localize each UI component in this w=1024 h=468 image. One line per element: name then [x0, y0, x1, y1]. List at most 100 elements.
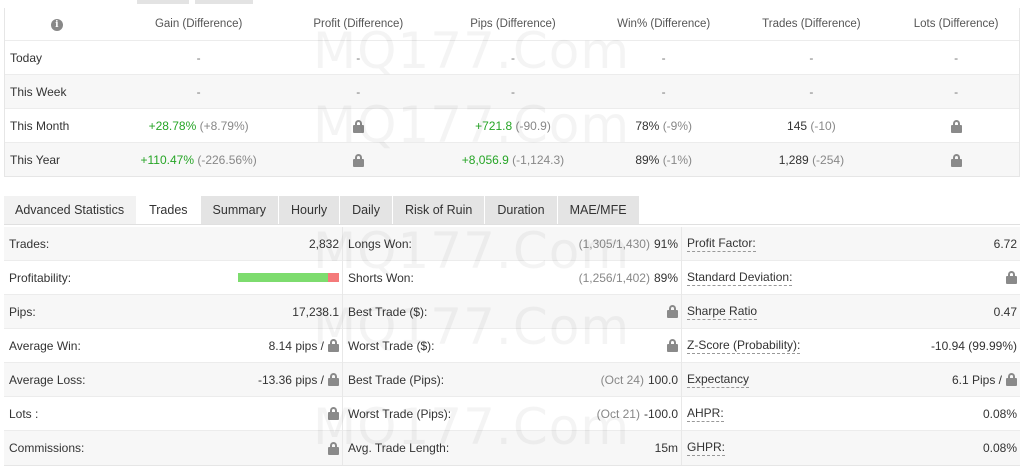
period-label: This Month: [5, 119, 109, 133]
trades-cell-value: 145: [787, 118, 808, 133]
stat-value: -13.36 pips /: [258, 373, 339, 387]
tab-mae-mfe[interactable]: MAE/MFE: [557, 196, 639, 224]
stat-value: 6.72: [994, 237, 1017, 251]
stat-value: 6.1 Pips /: [952, 373, 1017, 387]
stat-detail: (1,256/1,402): [578, 270, 650, 285]
profit-cell: [288, 118, 428, 133]
stat-label[interactable]: Standard Deviation:: [687, 270, 793, 286]
tab-trades[interactable]: Trades: [137, 196, 200, 224]
stat-row: Sharpe Ratio 0.47: [682, 295, 1020, 329]
stat-row: Avg. Trade Length: 15m: [343, 431, 681, 465]
tab-duration[interactable]: Duration: [485, 196, 557, 224]
lots-cell-value: -: [954, 50, 959, 65]
pips-cell-value: +721.8: [475, 118, 513, 133]
stat-label: Trades:: [9, 236, 50, 251]
header-trades: Trades (Difference): [762, 18, 861, 30]
tab-stub[interactable]: [195, 0, 253, 4]
stats-column-1: Trades: 2,832 Profitability: Pips: 17,238.1 A…: [4, 227, 342, 465]
gain-cell-value: -: [196, 50, 201, 65]
stat-row: Longs Won: (1,305/1,430) 91%: [343, 227, 681, 261]
stat-label: Average Win:: [9, 338, 81, 353]
stat-number: 6.1 Pips /: [951, 372, 1002, 387]
stat-row: Commissions:: [4, 431, 342, 465]
profit-cell-value: -: [356, 84, 361, 99]
tab-daily[interactable]: Daily: [340, 196, 392, 224]
trades-cell: -: [730, 51, 894, 65]
gain-cell-value: +28.78%: [148, 118, 197, 133]
stat-number: -13.36 pips /: [257, 372, 324, 387]
stat-number: 6.72: [993, 236, 1017, 251]
stat-value: (1,256/1,402) 89%: [579, 271, 678, 285]
lock-icon: [328, 373, 339, 386]
stat-row: Best Trade (Pips): (Oct 24) 100.0: [343, 363, 681, 397]
header-gain: Gain (Difference): [154, 18, 243, 30]
stat-label: Average Loss:: [9, 372, 86, 387]
stat-value: [667, 305, 678, 318]
stat-number: 15m: [654, 441, 678, 455]
trades-cell-diff: (-254): [812, 152, 845, 167]
win-cell: 78% (-9%): [598, 119, 730, 133]
trades-cell-value: -: [809, 84, 814, 99]
pips-cell-diff: (-90.9): [515, 118, 551, 133]
lock-icon: [1006, 373, 1017, 386]
tab-list: Trades Summary Hourly Daily Risk of Ruin Dura…: [136, 196, 639, 224]
trade-statistics: Trades: 2,832 Profitability: Pips: 17,238.1 A…: [4, 227, 1020, 466]
lock-icon: [352, 119, 364, 133]
stat-detail: (Oct 24): [600, 372, 644, 387]
stat-value: 0.08%: [983, 407, 1017, 421]
gain-cell-diff: (+8.79%): [199, 118, 249, 133]
pips-cell-value: -: [510, 50, 515, 65]
period-label-text: This Month: [10, 118, 70, 133]
stat-number: 8.14 pips /: [268, 338, 324, 353]
win-cell-diff: (-1%): [662, 152, 693, 167]
stat-label[interactable]: AHPR:: [687, 406, 724, 422]
period-label-text: This Week: [10, 84, 67, 99]
top-tab-stubs: [137, 0, 253, 4]
stat-row: AHPR: 0.08%: [682, 397, 1020, 431]
stat-number: 100.0: [647, 372, 678, 387]
stat-value: 8.14 pips /: [269, 339, 339, 353]
lock-icon: [1006, 271, 1017, 284]
lock-icon: [950, 119, 962, 133]
gain-cell: +28.78% (+8.79%): [109, 119, 289, 133]
stat-row: Profitability:: [4, 261, 342, 295]
trades-cell: 1,289 (-254): [730, 153, 894, 167]
stat-value: 15m: [655, 441, 678, 455]
stat-value: (Oct 21) -100.0: [597, 407, 678, 421]
stat-label[interactable]: Z-Score (Probability):: [687, 338, 801, 354]
header-win: Win% (Difference): [617, 18, 711, 30]
stat-label[interactable]: Expectancy: [687, 372, 750, 388]
stat-label[interactable]: Profit Factor:: [687, 236, 756, 252]
lots-cell: -: [893, 85, 1019, 99]
stat-label[interactable]: GHPR:: [687, 440, 726, 456]
period-label-text: Today: [10, 50, 43, 65]
stat-number: 2,832: [308, 236, 339, 251]
win-cell-diff: (-9%): [662, 118, 693, 133]
period-row: This Week - - - - - -: [5, 74, 1019, 108]
lots-cell: [893, 118, 1019, 133]
pips-cell: +721.8 (-90.9): [428, 119, 598, 133]
info-icon[interactable]: i: [50, 18, 63, 31]
gain-cell-value: -: [196, 84, 201, 99]
stat-row: Lots :: [4, 397, 342, 431]
stat-label: Commissions:: [9, 441, 85, 455]
period-row: This Year +110.47% (-226.56%) +8,056.9 (-1…: [5, 142, 1019, 176]
tab-stub[interactable]: [137, 0, 189, 4]
tab-risk-of-ruin[interactable]: Risk of Ruin: [392, 196, 485, 224]
stat-detail: (Oct 21): [596, 406, 640, 421]
profitability-bar: [238, 273, 339, 282]
lock-icon: [950, 153, 962, 167]
trades-cell-diff: (-10): [810, 118, 836, 133]
lock-icon: [328, 441, 339, 455]
tab-summary[interactable]: Summary: [200, 196, 279, 224]
tab-hourly[interactable]: Hourly: [279, 196, 340, 224]
stat-value: (Oct 24) 100.0: [601, 373, 678, 387]
stat-value: 0.47: [994, 305, 1017, 319]
stat-number: 17,238.1: [292, 304, 339, 319]
stat-label[interactable]: Sharpe Ratio: [687, 304, 758, 320]
period-row: This Month +28.78% (+8.79%) +721.8 (-90.9)…: [5, 108, 1019, 142]
gain-cell: +110.47% (-226.56%): [109, 153, 289, 167]
stat-detail: (1,305/1,430): [578, 236, 650, 251]
gain-cell: -: [109, 85, 289, 99]
pips-cell: -: [428, 51, 598, 65]
